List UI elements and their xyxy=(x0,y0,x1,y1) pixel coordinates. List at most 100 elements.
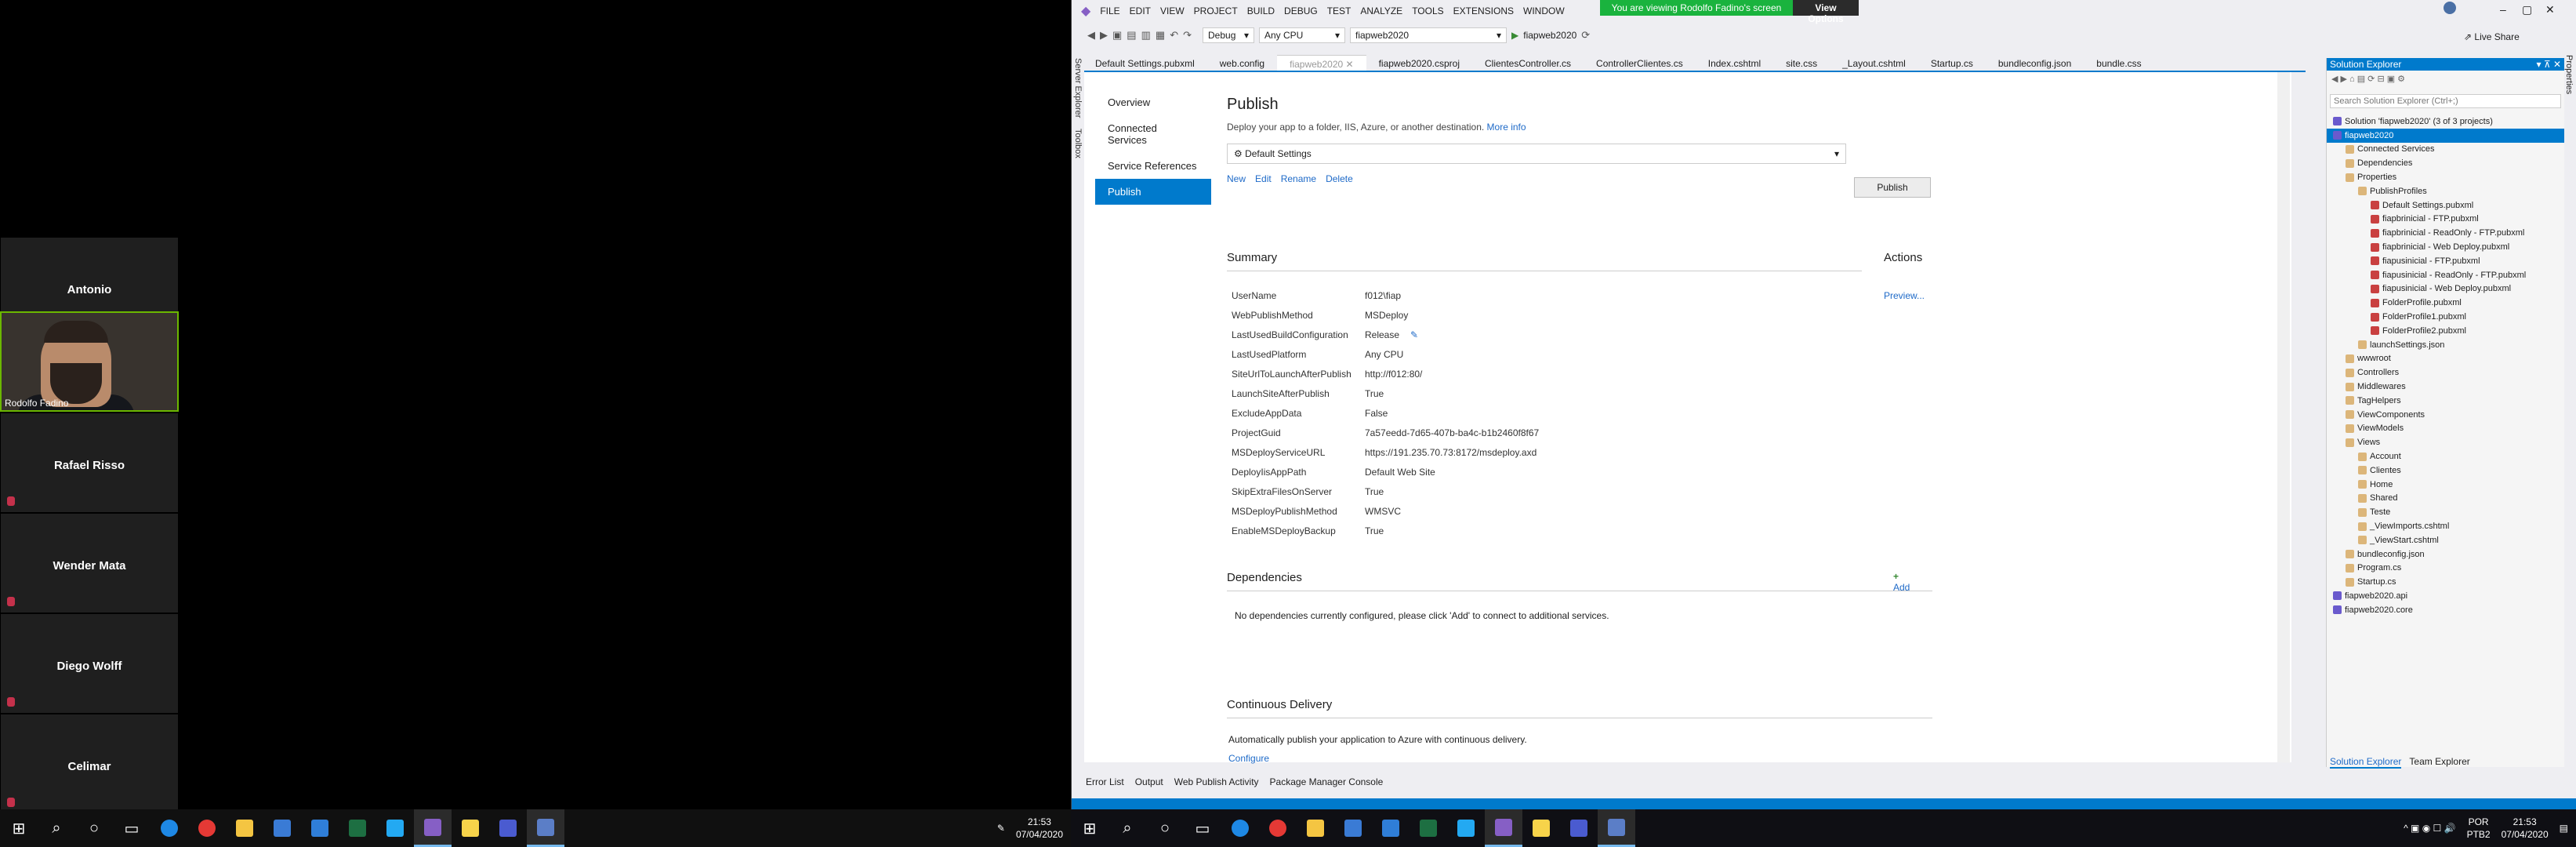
run-button[interactable]: fiapweb2020 xyxy=(1523,30,1576,41)
vscode-icon[interactable] xyxy=(376,809,414,847)
input-language[interactable]: POR PTB2 xyxy=(2467,816,2491,841)
toolbox-tab[interactable]: Toolbox xyxy=(1073,129,1083,158)
tree-item[interactable]: ViewComponents xyxy=(2327,408,2564,422)
page-scrollbar[interactable] xyxy=(2277,72,2290,762)
tree-item[interactable]: FolderProfile.pubxml xyxy=(2327,296,2564,310)
cortana-icon[interactable]: ○ xyxy=(75,809,113,847)
delete-profile-link[interactable]: Delete xyxy=(1326,173,1353,184)
participant-tile[interactable]: Celimar xyxy=(0,714,179,814)
save-all-icon[interactable]: ▦ xyxy=(1156,29,1165,42)
store-icon[interactable] xyxy=(1334,809,1372,847)
tree-item[interactable]: FolderProfile1.pubxml xyxy=(2327,310,2564,324)
tree-item[interactable]: fiapusinicial - ReadOnly - FTP.pubxml xyxy=(2327,268,2564,282)
tree-item[interactable]: Shared xyxy=(2327,492,2564,506)
tree-item[interactable]: Controllers xyxy=(2327,365,2564,380)
solution-search-input[interactable]: Search Solution Explorer (Ctrl+;) xyxy=(2330,94,2561,108)
teams-icon[interactable] xyxy=(1560,809,1598,847)
doc-tab[interactable]: fiapweb2020.csproj xyxy=(1366,55,1472,71)
pencil-icon[interactable]: ✎ xyxy=(1410,329,1418,340)
clock[interactable]: 21:53 07/04/2020 xyxy=(2502,816,2549,841)
tree-item[interactable]: _ViewImports.cshtml xyxy=(2327,519,2564,533)
menu-analyze[interactable]: ANALYZE xyxy=(1360,5,1402,16)
mail-icon[interactable] xyxy=(301,809,339,847)
web-publish-activity-tab[interactable]: Web Publish Activity xyxy=(1174,776,1259,787)
undo-icon[interactable]: ↶ xyxy=(1170,29,1178,42)
menu-view[interactable]: VIEW xyxy=(1160,5,1185,16)
properties-tab[interactable]: Properties xyxy=(2564,55,2574,94)
menu-project[interactable]: PROJECT xyxy=(1194,5,1238,16)
menu-debug[interactable]: DEBUG xyxy=(1284,5,1318,16)
tree-item[interactable]: launchSettings.json xyxy=(2327,338,2564,352)
doc-tab[interactable]: ControllerClientes.cs xyxy=(1584,55,1696,71)
tree-item[interactable]: Program.cs xyxy=(2327,562,2564,576)
rename-profile-link[interactable]: Rename xyxy=(1281,173,1316,184)
search-icon[interactable]: ⌕ xyxy=(38,809,75,847)
tree-item[interactable]: Account xyxy=(2327,449,2564,463)
tree-item[interactable]: Connected Services xyxy=(2327,143,2564,157)
store-icon[interactable] xyxy=(263,809,301,847)
new-item-icon[interactable]: ▣ xyxy=(1112,29,1122,42)
task-view-icon[interactable]: ▭ xyxy=(113,809,151,847)
pin-close-icons[interactable]: ▾ ⊼ ✕ xyxy=(2536,59,2561,70)
task-view-icon[interactable]: ▭ xyxy=(1184,809,1221,847)
tree-item[interactable]: Teste xyxy=(2327,505,2564,519)
windows-icon[interactable]: ⊞ xyxy=(0,809,38,847)
team-explorer-tab[interactable]: Team Explorer xyxy=(2409,756,2469,769)
back-icon[interactable]: ◀ xyxy=(1087,29,1095,42)
excel-icon[interactable] xyxy=(1410,809,1447,847)
doc-tab-active[interactable]: fiapweb2020 ✕ xyxy=(1277,55,1366,71)
participant-tile[interactable]: Wender Mata xyxy=(0,513,179,613)
nav-service-references[interactable]: Service References xyxy=(1095,153,1211,179)
network-icon[interactable]: ✎ xyxy=(997,823,1005,834)
nav-connected-services[interactable]: Connected Services xyxy=(1095,115,1211,153)
menu-test[interactable]: TEST xyxy=(1327,5,1351,16)
se-toolbar[interactable]: ◀ ▶ ⌂ ▤ ⟳ ⊟ ▣ ⚙ xyxy=(2327,74,2564,88)
chrome-icon[interactable] xyxy=(188,809,226,847)
open-icon[interactable]: ▤ xyxy=(1127,29,1136,42)
more-info-link[interactable]: More info xyxy=(1487,122,1526,133)
tree-item[interactable]: Dependencies xyxy=(2327,156,2564,170)
edit-profile-link[interactable]: Edit xyxy=(1255,173,1272,184)
tree-item[interactable]: fiapusinicial - Web Deploy.pubxml xyxy=(2327,282,2564,296)
tree-item[interactable]: fiapweb2020 xyxy=(2327,128,2564,143)
chrome-icon[interactable] xyxy=(1259,809,1297,847)
doc-tab[interactable]: bundleconfig.json xyxy=(1986,55,2084,71)
search-icon[interactable]: ⌕ xyxy=(1108,809,1146,847)
participant-video-tile[interactable]: Rodolfo Fadino xyxy=(0,311,179,412)
tree-item[interactable]: _ViewStart.cshtml xyxy=(2327,533,2564,547)
forward-icon[interactable]: ▶ xyxy=(1100,29,1108,42)
edge-icon[interactable] xyxy=(151,809,188,847)
profile-select[interactable]: ⚙ Default Settings ▾ xyxy=(1227,144,1846,164)
sticky-notes-icon[interactable] xyxy=(1522,809,1560,847)
doc-tab[interactable]: web.config xyxy=(1207,55,1277,71)
solution-explorer-tab[interactable]: Solution Explorer xyxy=(2330,756,2402,769)
visual-studio-icon[interactable] xyxy=(414,809,452,847)
participant-tile[interactable]: Diego Wolff xyxy=(0,613,179,714)
doc-tab[interactable]: Index.cshtml xyxy=(1696,55,1773,71)
tree-item[interactable]: TagHelpers xyxy=(2327,394,2564,408)
vscode-icon[interactable] xyxy=(1447,809,1485,847)
remote-icon[interactable] xyxy=(1598,809,1635,847)
nav-overview[interactable]: Overview xyxy=(1095,89,1211,115)
windows-icon[interactable]: ⊞ xyxy=(1071,809,1108,847)
tree-item[interactable]: fiapweb2020.api xyxy=(2327,589,2564,603)
output-tab[interactable]: Output xyxy=(1135,776,1163,787)
notification-icons[interactable]: ^ ▣ ◉ ☐ 🔊 xyxy=(2404,823,2455,834)
tree-item[interactable]: fiapusinicial - FTP.pubxml xyxy=(2327,254,2564,268)
tree-item[interactable]: Views xyxy=(2327,435,2564,449)
platform-select[interactable]: Any CPU ▾ xyxy=(1259,27,1345,43)
cortana-icon[interactable]: ○ xyxy=(1146,809,1184,847)
clock[interactable]: 21:53 07/04/2020 xyxy=(1016,816,1063,841)
tree-item[interactable]: Clientes xyxy=(2327,463,2564,478)
tree-item[interactable]: Startup.cs xyxy=(2327,575,2564,589)
config-select[interactable]: Debug ▾ xyxy=(1203,27,1254,43)
doc-tab[interactable]: site.css xyxy=(1773,55,1830,71)
package-manager-console-tab[interactable]: Package Manager Console xyxy=(1270,776,1384,787)
tree-item[interactable]: fiapbrinicial - ReadOnly - FTP.pubxml xyxy=(2327,226,2564,240)
preview-link[interactable]: Preview... xyxy=(1884,290,1925,301)
tree-item[interactable]: Properties xyxy=(2327,170,2564,184)
menu-window[interactable]: WINDOW xyxy=(1523,5,1565,16)
remote-icon[interactable] xyxy=(527,809,564,847)
maximize-icon[interactable]: ▢ xyxy=(2522,3,2532,16)
minimize-icon[interactable]: – xyxy=(2500,3,2506,16)
